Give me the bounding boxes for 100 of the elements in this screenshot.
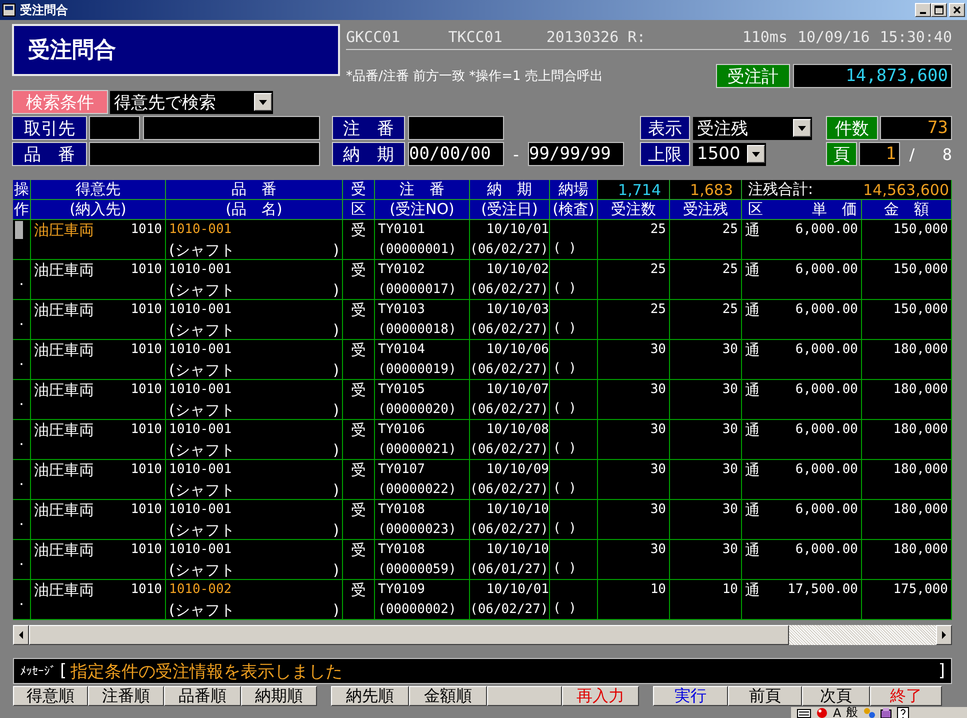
order-quantity: 30 bbox=[650, 341, 666, 359]
limit-dropdown[interactable]: 1500 bbox=[693, 142, 766, 166]
run-button[interactable]: 実行 bbox=[653, 686, 728, 706]
order-date: (06/02/27) bbox=[470, 521, 548, 539]
customer-code-field[interactable] bbox=[89, 116, 140, 140]
order-date: (06/02/27) bbox=[470, 281, 548, 299]
order-date: (06/02/27) bbox=[470, 241, 548, 259]
blank-button[interactable] bbox=[487, 686, 562, 706]
conversion-mode-text[interactable]: 般 bbox=[846, 704, 858, 718]
order-date: (06/01/27) bbox=[470, 561, 548, 579]
order-number: TY0106 bbox=[378, 421, 425, 439]
item-name: (シャフト bbox=[169, 600, 235, 619]
item-name-bracket: ) bbox=[333, 520, 339, 539]
column-header: 納 期 bbox=[470, 180, 550, 200]
customer-name-field[interactable] bbox=[143, 116, 320, 140]
display-dropdown[interactable]: 受注残 bbox=[693, 116, 812, 140]
due-date: 10/10/02 bbox=[486, 261, 549, 279]
order-quantity: 30 bbox=[650, 541, 666, 559]
order-quantity: 25 bbox=[650, 301, 666, 319]
sort-button[interactable]: 納先順 bbox=[331, 686, 409, 706]
item-number: 1010-001 bbox=[169, 381, 232, 399]
order-date: (06/02/27) bbox=[470, 401, 548, 419]
column-header: 受注数 bbox=[598, 200, 670, 220]
order-date: (06/02/27) bbox=[470, 321, 548, 339]
column-header: 区 bbox=[748, 200, 763, 219]
item-name: (シャフト bbox=[169, 320, 235, 339]
remaining-quantity: 10 bbox=[722, 581, 738, 599]
sort-button[interactable]: 金額順 bbox=[409, 686, 487, 706]
page-label: 頁 bbox=[826, 142, 857, 166]
column-header: (品 名) bbox=[166, 200, 343, 220]
amount: 180,000 bbox=[893, 461, 948, 479]
sort-button[interactable]: 得意順 bbox=[13, 686, 88, 706]
order-id: (00000023) bbox=[378, 521, 456, 539]
amount: 150,000 bbox=[893, 261, 948, 279]
order-date: (06/02/27) bbox=[470, 601, 548, 619]
amount: 180,000 bbox=[893, 501, 948, 519]
due-date: 10/10/08 bbox=[486, 421, 549, 439]
help-icon bbox=[897, 706, 910, 718]
item-name-bracket: ) bbox=[333, 440, 339, 459]
maximize-button[interactable] bbox=[931, 3, 947, 17]
order-type: 受 bbox=[351, 420, 366, 440]
delivery-place: ( ) bbox=[553, 320, 576, 338]
search-mode-dropdown[interactable]: 得意先で検索 bbox=[110, 90, 273, 114]
delivery-place: ( ) bbox=[553, 480, 576, 498]
close-button[interactable] bbox=[949, 3, 965, 17]
scroll-right-button[interactable] bbox=[936, 625, 952, 645]
customer-name: 油圧車両 bbox=[34, 580, 94, 600]
scrollbar-thumb[interactable] bbox=[29, 625, 789, 645]
message-bracket: [ bbox=[60, 661, 67, 681]
column-header: 注 番 bbox=[375, 180, 470, 200]
customer-code: 1010 bbox=[130, 541, 162, 559]
due-to-field[interactable]: 99/99/99 bbox=[528, 142, 624, 166]
sort-button[interactable]: 納期順 bbox=[241, 686, 317, 706]
remaining-quantity: 30 bbox=[722, 341, 738, 359]
count-value: 73 bbox=[880, 116, 952, 140]
row-dot: . bbox=[18, 590, 25, 611]
item-number: 1010-001 bbox=[169, 221, 232, 239]
minimize-button[interactable] bbox=[915, 3, 931, 17]
unit-price: 6,000.00 bbox=[795, 501, 858, 519]
due-date: 10/10/03 bbox=[486, 301, 549, 319]
item-number-field[interactable] bbox=[89, 142, 320, 166]
amount: 180,000 bbox=[893, 421, 948, 439]
order-type: 受 bbox=[351, 580, 366, 600]
column-header: 品 番 bbox=[166, 180, 343, 200]
caret-icon bbox=[797, 124, 807, 132]
order-quantity: 25 bbox=[650, 261, 666, 279]
order-id: (00000017) bbox=[378, 281, 456, 299]
item-label: 品 番 bbox=[12, 142, 87, 166]
remaining-quantity: 30 bbox=[722, 461, 738, 479]
row-dot: . bbox=[18, 550, 25, 571]
order-number: TY0102 bbox=[378, 261, 425, 279]
order-number: TY0105 bbox=[378, 381, 425, 399]
order-number: TY0103 bbox=[378, 301, 425, 319]
due-from-field[interactable]: 00/00/00 bbox=[408, 142, 504, 166]
input-mode-text[interactable]: A bbox=[833, 706, 842, 718]
item-name: (シャフト bbox=[169, 280, 235, 299]
window-title: 受注問合 bbox=[20, 2, 69, 18]
tool-icon bbox=[863, 706, 876, 718]
order-number-field[interactable] bbox=[408, 116, 504, 140]
order-number: TY0108 bbox=[378, 501, 425, 519]
page-button[interactable]: 次頁 bbox=[802, 686, 870, 706]
item-number: 1010-001 bbox=[169, 501, 232, 519]
column-header: 作 bbox=[13, 200, 31, 220]
customer-name: 油圧車両 bbox=[34, 500, 94, 520]
order-number: TY0101 bbox=[378, 221, 425, 239]
order-id: (00000002) bbox=[378, 601, 456, 619]
price-type: 通 bbox=[745, 260, 760, 280]
page-separator: / bbox=[908, 144, 916, 164]
order-quantity: 30 bbox=[650, 501, 666, 519]
hint-text: *品番/注番 前方一致 *操作=1 売上問合呼出 bbox=[346, 68, 604, 85]
order-quantity: 10 bbox=[650, 581, 666, 599]
order-type: 受 bbox=[351, 260, 366, 280]
order-id: (00000001) bbox=[378, 241, 456, 259]
customer-name: 油圧車両 bbox=[34, 300, 94, 320]
page-button[interactable]: 前頁 bbox=[728, 686, 802, 706]
customer-name: 油圧車両 bbox=[34, 420, 94, 440]
scroll-left-button[interactable] bbox=[13, 625, 29, 645]
sort-button[interactable]: 品番順 bbox=[164, 686, 241, 706]
sort-button[interactable]: 注番順 bbox=[88, 686, 164, 706]
order-type: 受 bbox=[351, 220, 366, 240]
